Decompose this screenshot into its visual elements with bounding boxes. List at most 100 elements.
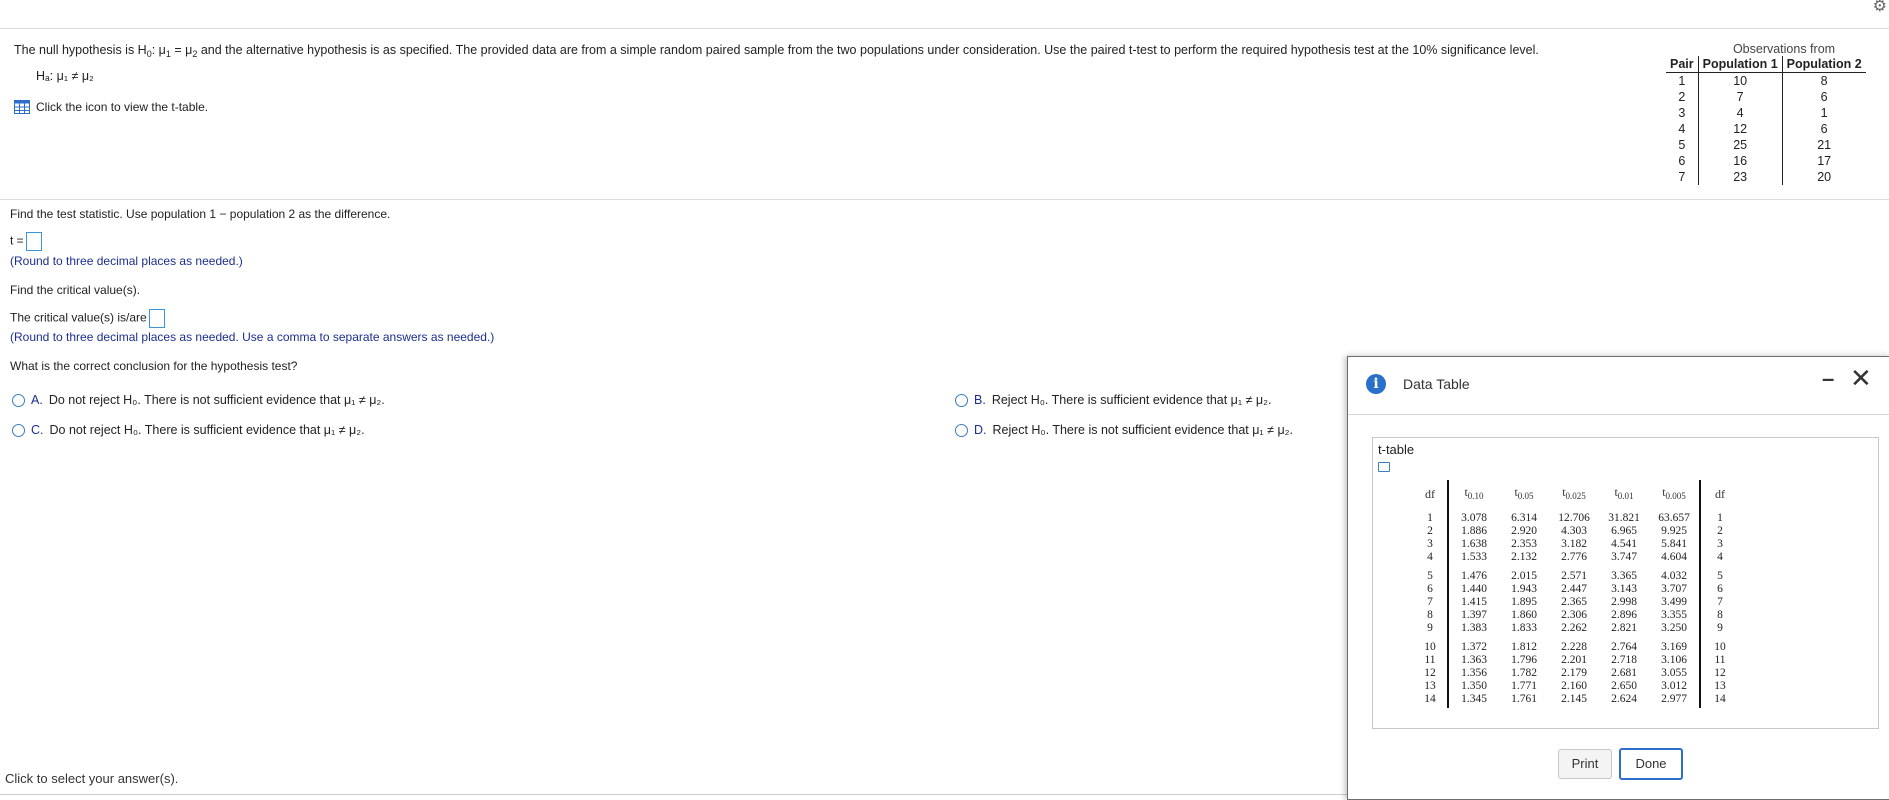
option-c[interactable]: C. Do not reject H₀. There is sufficient … [12,423,365,438]
obs-pair-cell: 2 [1678,90,1686,104]
ttable-value-cell-value: 1.440 [1461,583,1487,595]
find-test-statistic: Find the test statistic. Use population … [10,207,391,221]
obs-row: 7 23 20 [1666,169,1866,185]
ttable-value-cell-value: 3.747 [1611,551,1637,563]
ttable-value-cell-value: 2.160 [1561,680,1587,692]
ttable-value-cell: 1.812 1.796 1.782 1.771 1.761 [1499,637,1549,708]
ttable-value-cell-value: 2.764 [1611,641,1637,653]
option-a-radio[interactable] [12,394,25,408]
table-icon[interactable] [14,100,30,114]
close-icon[interactable]: ✕ [1850,363,1872,394]
settings-gear-icon[interactable]: ⚙ [1873,0,1887,16]
obs-pop2-cell: 20 [1781,169,1866,185]
ttable-value-cell-value: 6.314 [1511,512,1537,524]
option-c-radio[interactable] [12,424,25,438]
ttable-value-cell-value: 2.896 [1611,609,1637,621]
t-label: t = [10,233,24,248]
ttable-value-cell-value: 31.821 [1608,512,1640,524]
print-icon[interactable] [1378,462,1390,472]
obs-row: 276 [1666,89,1866,105]
ttable-df-right-cell-value: 5 [1717,570,1723,582]
ttable-value-cell-value: 3.250 [1661,622,1687,634]
ttable-value-cell-value: 1.383 [1461,622,1487,634]
ttable-value-cell-value: 2.650 [1611,680,1637,692]
ttable-value-cell: 2.015 1.943 1.895 1.860 1.833 [1499,566,1549,637]
ttable-df-cell: 1234 [1413,508,1449,566]
ttable-value-cell-value: 2.977 [1661,693,1687,705]
ttable-df-cell-value: 9 [1427,622,1433,634]
option-d[interactable]: D. Reject H₀. There is not sufficient evi… [955,423,1293,438]
ttable-value-cell-value: 2.015 [1511,570,1537,582]
ttable-value-cell-value: 2.920 [1511,525,1537,537]
option-a[interactable]: A. Do not reject H₀. There is not suffici… [12,393,385,408]
obs-pop1-cell: 12 [1697,121,1783,137]
ttable-value-cell-value: 1.363 [1461,654,1487,666]
ttable-df-cell-value: 13 [1424,680,1436,692]
option-d-radio[interactable] [955,424,968,438]
question-intro: The null hypothesis is H0: μ1 = μ2 and t… [14,43,1539,59]
ttable-value-cell-value: 3.707 [1661,583,1687,595]
ttable-value-cell: 3.078 1.886 1.638 1.533 [1448,508,1499,566]
obs-pop1-cell: 10 [1697,72,1783,89]
obs-pop1-cell: 7 [1697,89,1783,105]
ttable-df-right-cell-value: 10 [1714,641,1726,653]
ttable-link[interactable]: Click the icon to view the t-table. [14,100,208,114]
obs-header-pair: Pair [1666,56,1699,73]
ttable-df-cell-value: 1 [1427,512,1433,524]
ttable-value-cell-value: 1.372 [1461,641,1487,653]
ttable-value-cell-value: 3.365 [1611,570,1637,582]
ttable-value-cell-value: 1.886 [1461,525,1487,537]
ttable-header-t001: t0.01 [1614,484,1634,501]
option-c-text: Do not reject H₀. There is sufficient ev… [49,423,365,437]
ttable-group-row: 5 6 7 8 9 1.476 1.440 1.415 1.397 1.383 2.015 1.943… [1413,566,1739,637]
print-button[interactable]: Print [1558,749,1612,779]
ttable-value-cell-value: 3.182 [1561,538,1587,550]
ttable-value-cell-value: 4.032 [1661,570,1687,582]
info-icon: i [1366,374,1386,394]
ttable-value-cell: 63.657 9.925 5.841 4.604 [1649,508,1700,566]
option-b[interactable]: B. Reject H₀. There is sufficient evidenc… [955,393,1271,408]
ttable-value-cell-value: 2.718 [1611,654,1637,666]
obs-header-pop2: Population 2 [1781,56,1866,73]
ttable-value-cell-value: 5.841 [1661,538,1687,550]
obs-pop2-cell: 6 [1781,89,1866,105]
ttable-value-cell-value: 3.355 [1661,609,1687,621]
ttable-value-cell-value: 2.228 [1561,641,1587,653]
ttable-group-row: 1 2 3 4 3.078 1.886 1.638 1.533 6.314 2.920 2.353 2… [1413,508,1739,566]
data-table-dialog: i Data Table – ✕ t-table df t0.10 t0.05 … [1347,356,1889,800]
ttable-value-cell: 12.706 4.303 3.182 2.776 [1549,508,1599,566]
ttable-df-right-cell-value: 1 [1717,512,1723,524]
ttable-value-cell-value: 63.657 [1658,512,1690,524]
ttable-df-cell: 10 11 12 13 14 [1413,637,1449,708]
done-button[interactable]: Done [1619,748,1683,780]
obs-pop2-cell: 8 [1781,72,1866,89]
ttable-df-cell-value: 6 [1427,583,1433,595]
ttable-header-df-right: df [1699,480,1739,508]
ttable-value-cell-value: 1.415 [1461,596,1487,608]
obs-pair-cell: 3 [1678,106,1686,120]
option-b-radio[interactable] [955,394,968,408]
ttable-value-cell-value: 1.476 [1461,570,1487,582]
find-critical-values: Find the critical value(s). [10,283,141,297]
critical-label: The critical value(s) is/are [10,310,147,325]
ttable-df-right-cell-value: 2 [1717,525,1723,537]
ttable-scroll-area[interactable]: t-table df t0.10 t0.05 t0.025 t0.01 t0.0… [1372,437,1879,729]
minimize-icon[interactable]: – [1822,366,1834,392]
ttable-value-cell: 2.764 2.718 2.681 2.650 2.624 [1599,637,1649,708]
ttable-value-cell-value: 2.365 [1561,596,1587,608]
option-d-text: Reject H₀. There is not sufficient evide… [992,423,1293,437]
ttable-value-cell-value: 2.201 [1561,654,1587,666]
ttable-header-df: df [1413,480,1449,508]
ttable-df-right-cell-value: 6 [1717,583,1723,595]
ttable-value-cell: 3.365 3.143 2.998 2.896 2.821 [1599,566,1649,637]
dialog-header-divider [1348,414,1889,415]
critical-answer-input[interactable] [148,309,165,328]
t-answer-input[interactable] [25,232,42,251]
footer-divider [0,794,1347,795]
ttable-value-cell: 3.169 3.106 3.055 3.012 2.977 [1649,637,1700,708]
ttable-df-right-cell-value: 3 [1717,538,1723,550]
ttable-value-cell-value: 1.860 [1511,609,1537,621]
ttable-value-cell-value: 1.356 [1461,667,1487,679]
ttable-df-cell-value: 3 [1427,538,1433,550]
ttable-value-cell-value: 6.965 [1611,525,1637,537]
